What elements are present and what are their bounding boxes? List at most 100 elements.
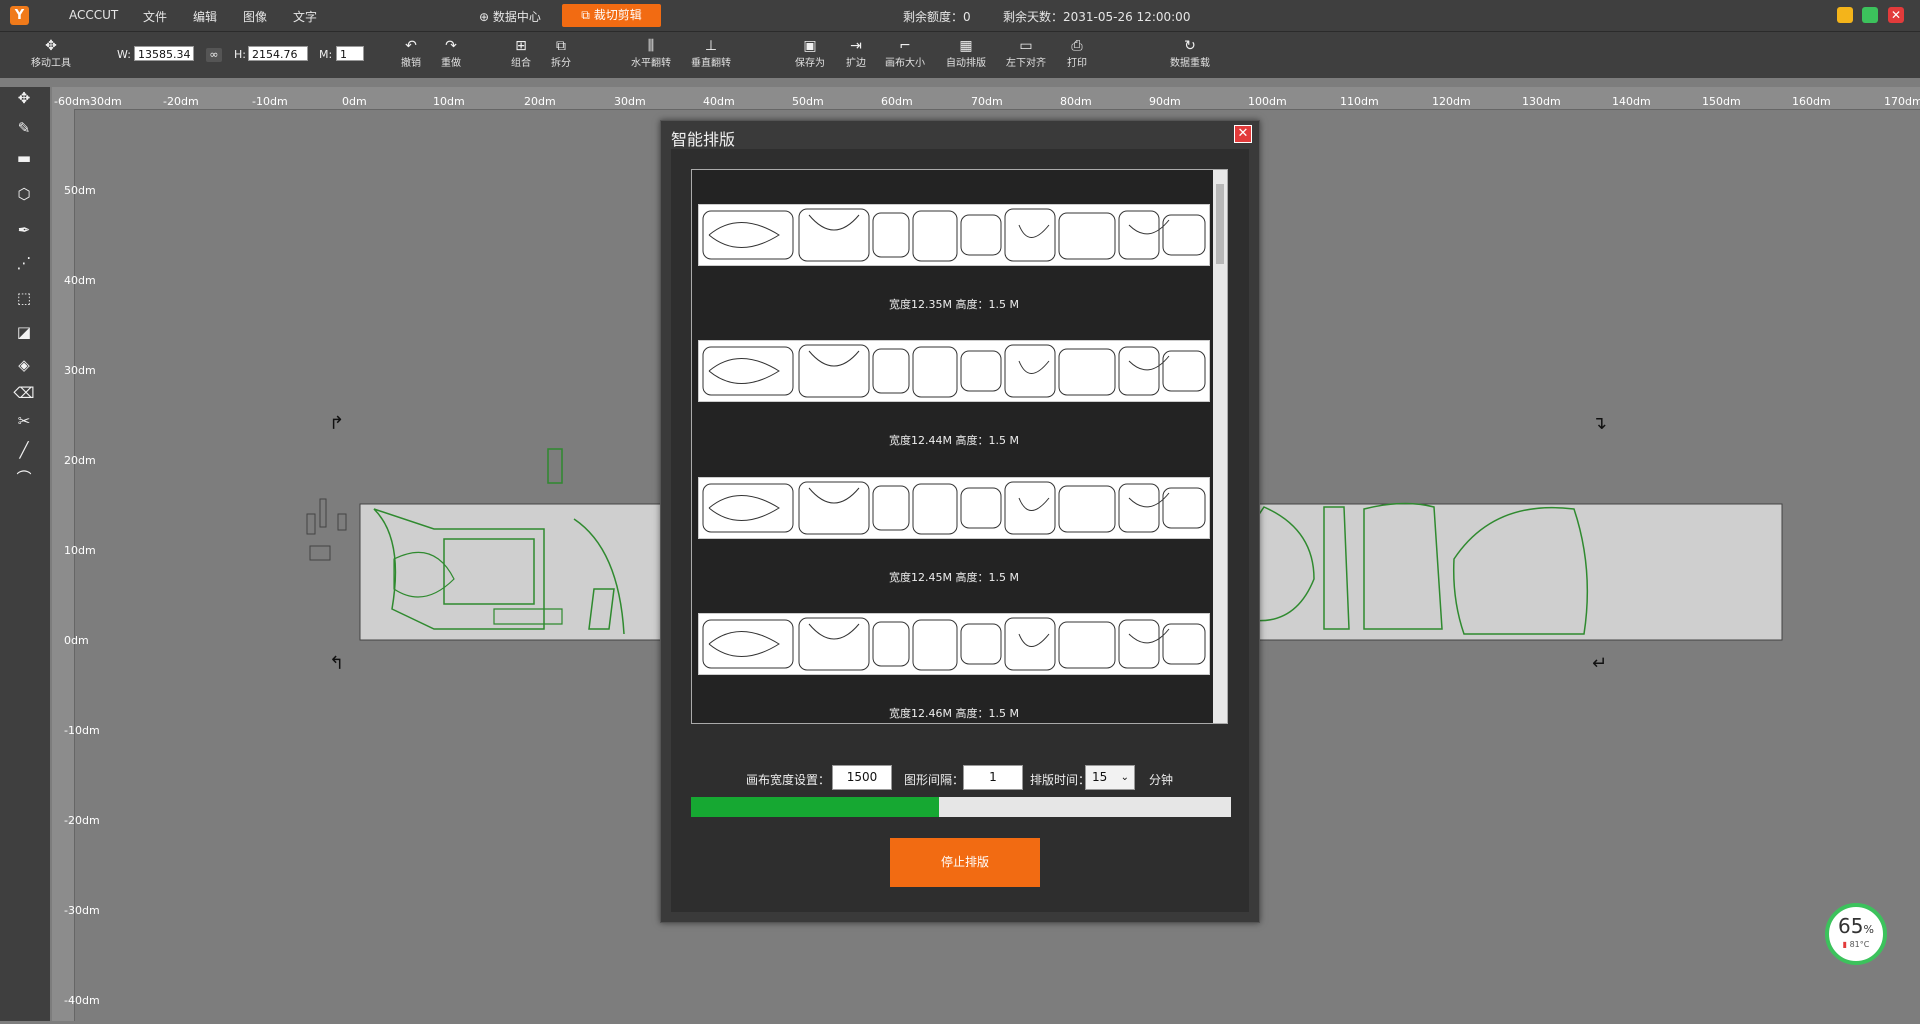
maximize-button[interactable] [1862,7,1878,23]
ruler-tick-label: 0dm [342,95,367,108]
print-button[interactable]: ⎙ 打印 [1064,38,1090,69]
loose-piece[interactable] [309,545,331,561]
results-scrollbar[interactable] [1213,170,1227,723]
list-item[interactable]: 宽度12.44M 高度：1.5 M [698,340,1210,448]
list-item[interactable]: 宽度12.45M 高度：1.5 M [698,477,1210,585]
preview-piece [1058,485,1116,533]
ruler-icon[interactable]: ▬ [13,147,35,169]
move-icon[interactable]: ✥ [13,87,35,109]
preview-piece [798,481,870,535]
preview-piece [960,214,1002,256]
minimize-button[interactable] [1837,7,1853,23]
scissors-icon[interactable]: ✂ [13,410,35,432]
redo-button[interactable]: ↷ 重做 [438,38,464,69]
list-item[interactable]: 宽度12.46M 高度：1.5 M [698,613,1210,721]
split-button[interactable]: ⧉ 拆分 [548,38,574,69]
flip-horizontal-icon: ⫼ [647,38,655,54]
layers-icon[interactable]: ◈ [13,354,35,376]
loose-piece[interactable] [547,448,563,484]
title-bar: Y ACCCUT 文件 编辑 图像 文字 ⊕ 数据中心 ⧉ 裁切剪辑 剩余额度：… [0,0,1920,32]
layout-caption: 宽度12.44M 高度：1.5 M [889,434,1019,447]
percent-sign: % [1863,923,1874,936]
undo-button[interactable]: ↶ 撤销 [398,38,424,69]
ruler-tick-label: 110dm [1340,95,1379,108]
node-icon[interactable]: ⋰ [13,252,35,274]
chevron-down-icon: ⌄ [1120,772,1129,783]
align-bottom-left-button[interactable]: ▭ 左下对齐 [1004,38,1048,69]
rotate-handle-icon[interactable]: ↵ [1592,653,1607,674]
align-bottom-left-label: 左下对齐 [1006,58,1046,69]
preview-piece [912,210,958,262]
stop-layout-button[interactable]: 停止排版 [890,838,1040,887]
preview-piece [1004,617,1056,671]
redo-label: 重做 [441,58,461,69]
usage-percent: 65% [1829,916,1883,940]
rotate-handle-icon[interactable]: ↰ [329,653,344,674]
expand-button[interactable]: ⇥ 扩边 [843,38,869,69]
menu-image[interactable]: 图像 [243,8,267,25]
edit-icon[interactable]: ✎ [13,117,35,139]
rotate-handle-icon[interactable]: ↴ [1592,413,1607,434]
slash-box-icon[interactable]: ◪ [13,321,35,343]
loose-piece[interactable] [306,513,316,535]
rotate-handle-icon[interactable]: ↱ [329,413,344,434]
width-input[interactable]: 13585.34 [134,46,194,61]
preview-curve [708,623,1170,657]
scroll-thumb[interactable] [1216,184,1224,264]
expand-label: 扩边 [846,58,866,69]
hexagon-icon[interactable]: ⬡ [13,183,35,205]
pen-icon[interactable]: ✒ [13,219,35,241]
spacing-label: 图形间隔： [904,773,965,787]
flip-horizontal-button[interactable]: ⫼ 水平翻转 [628,38,674,69]
preview-piece [872,348,910,394]
ruler-tick-label: 40dm [703,95,735,108]
layout-results-list[interactable]: 宽度12.35M 高度：1.5 M 宽度12.44M 高度：1.5 M 宽度12… [691,169,1228,724]
eraser-icon[interactable]: ⌫ [13,382,35,404]
menu-text[interactable]: 文字 [293,8,317,25]
combine-button[interactable]: ⊞ 组合 [508,38,534,69]
auto-layout-button[interactable]: ▦ 自动排版 [944,38,988,69]
flip-vertical-icon: ⊥ [704,38,718,54]
link-icon[interactable]: ∞ [206,48,222,62]
close-window-button[interactable]: ✕ [1888,7,1904,23]
curve-icon[interactable]: ⌒ [13,467,35,489]
crop-icon: ⧉ [581,8,590,22]
canvas-width-input[interactable]: 1500 [832,765,892,790]
height-input[interactable]: 2154.76 [248,46,308,61]
menu-edit[interactable]: 编辑 [193,8,217,25]
save-as-label: 保存为 [795,58,825,69]
preview-piece [872,212,910,258]
ruler-tick-label: 50dm [792,95,824,108]
layout-caption: 宽度12.46M 高度：1.5 M [889,707,1019,720]
toolbar: ✥ 移动工具 W: 13585.34 ∞ H: 2154.76 M: 1 ↶ 撤销 … [0,32,1920,78]
reload-data-button[interactable]: ↻ 数据重载 [1168,38,1212,69]
canvas-size-icon: ⌐ [899,38,911,54]
loose-piece[interactable] [319,498,327,528]
canvas-size-button[interactable]: ⌐ 画布大小 [884,38,926,69]
close-icon[interactable]: ✕ [1234,125,1252,143]
split-label: 拆分 [551,58,571,69]
data-center-label: 数据中心 [492,10,541,24]
menu-file[interactable]: 文件 [143,8,167,25]
data-center-button[interactable]: ⊕ 数据中心 [479,8,541,25]
ruler-tick-label: 60dm [881,95,913,108]
flip-vertical-button[interactable]: ⊥ 垂直翻转 [688,38,734,69]
flip-vertical-label: 垂直翻转 [691,58,731,69]
undo-label: 撤销 [401,58,421,69]
dashed-box-icon[interactable]: ⬚ [13,287,35,309]
ruler-tick-label: -10dm [252,95,288,108]
list-item[interactable]: 宽度12.35M 高度：1.5 M [698,204,1210,312]
temperature-widget[interactable]: 65% ▮ 81°C [1825,903,1887,965]
save-as-button[interactable]: ▣ 保存为 [795,38,825,69]
preview-curve [708,487,1170,521]
move-tool-button[interactable]: ✥ 移动工具 [30,38,72,69]
ruler-tick-label: -20dm [163,95,199,108]
preview-drawing [702,344,1206,398]
spacing-input[interactable]: 1 [963,765,1023,790]
layout-time-select[interactable]: 15 ⌄ [1085,765,1135,790]
cut-edit-button[interactable]: ⧉ 裁切剪辑 [562,4,661,27]
m-input[interactable]: 1 [336,46,364,61]
line-icon[interactable]: ╱ [13,439,35,461]
ruler-vertical [52,109,75,1021]
loose-piece[interactable] [337,513,347,531]
